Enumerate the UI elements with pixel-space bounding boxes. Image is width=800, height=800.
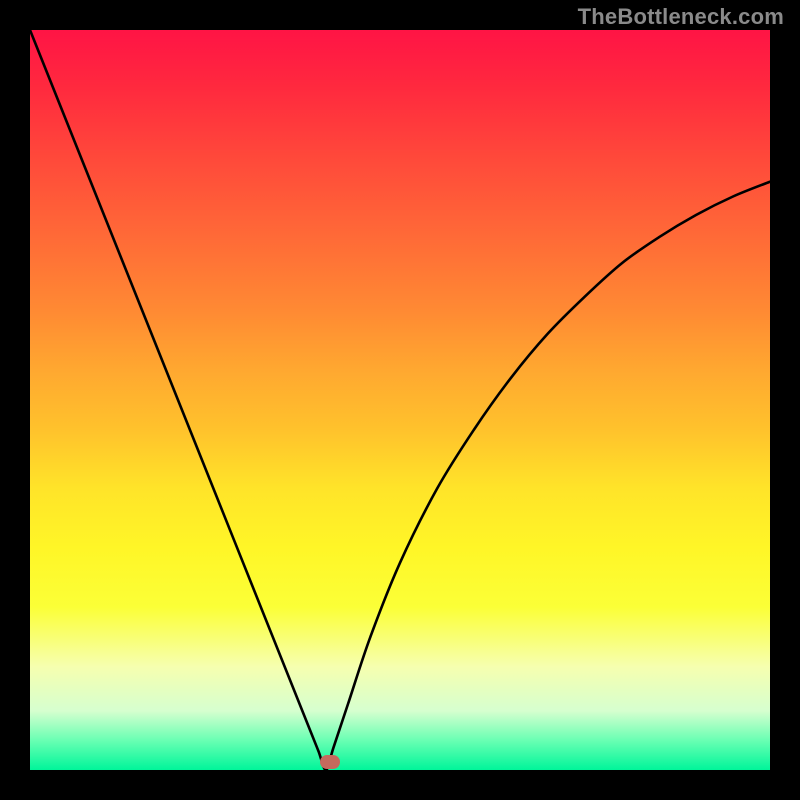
chart-frame: TheBottleneck.com xyxy=(0,0,800,800)
plot-area xyxy=(30,30,770,770)
watermark-label: TheBottleneck.com xyxy=(578,4,784,30)
curve-svg xyxy=(30,30,770,770)
curve-path xyxy=(30,30,770,770)
curve-marker xyxy=(320,755,340,769)
